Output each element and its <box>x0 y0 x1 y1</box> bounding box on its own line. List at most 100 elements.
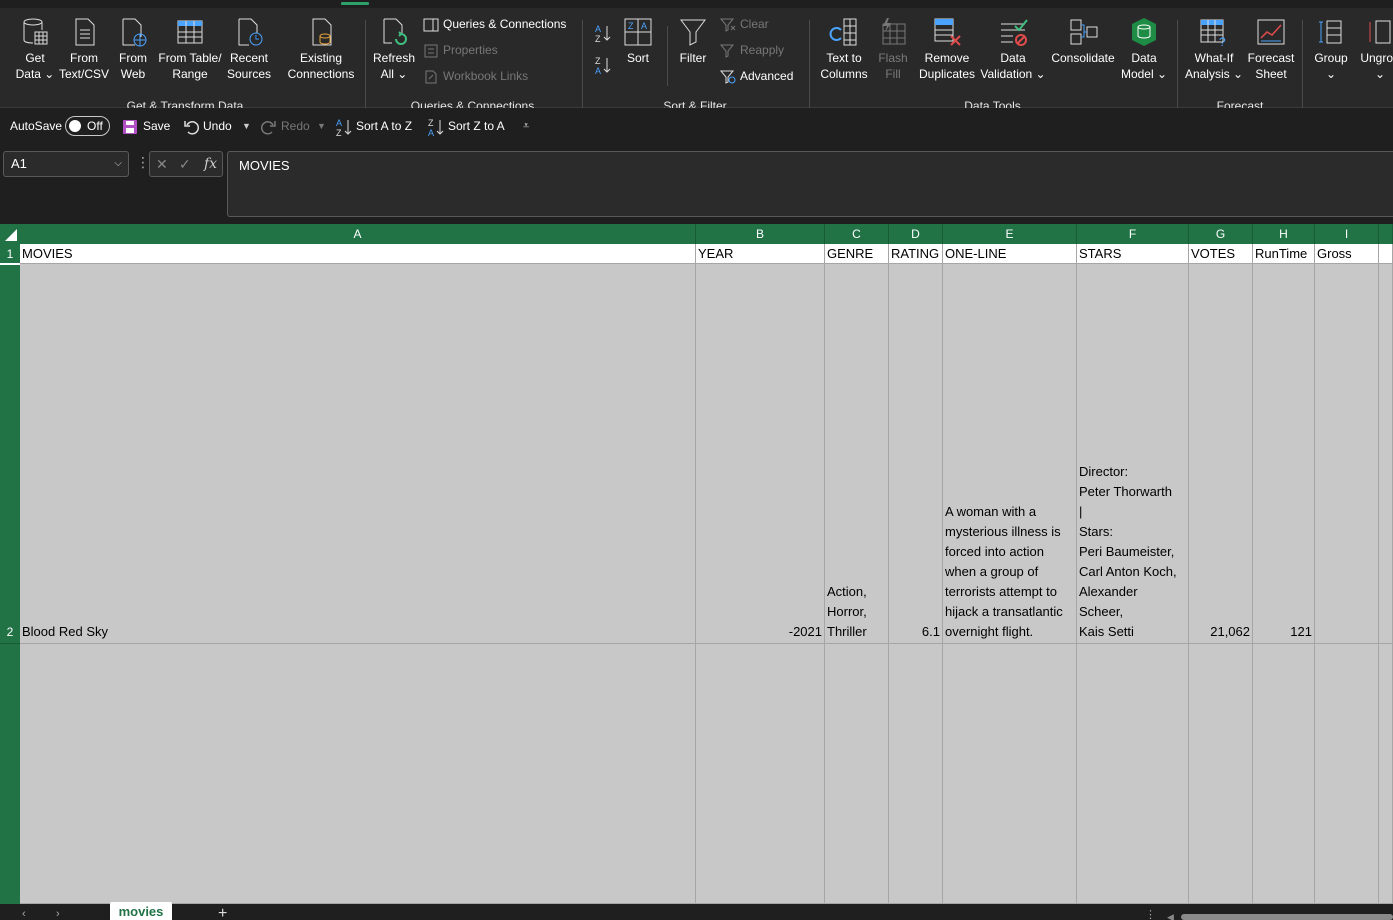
redo-dropdown-icon[interactable]: ▼ <box>317 108 326 144</box>
cell-i1[interactable]: Gross <box>1315 244 1379 264</box>
advanced-filter-button[interactable]: Advanced <box>719 66 793 86</box>
cell-i3[interactable] <box>1315 644 1379 904</box>
workbook-links-button[interactable]: Workbook Links <box>423 66 528 86</box>
insert-function-icon[interactable]: fx <box>204 152 217 176</box>
column-header-f[interactable]: F <box>1077 224 1189 244</box>
column-header-e[interactable]: E <box>943 224 1077 244</box>
group-button[interactable]: Group ⌄ <box>1308 16 1354 82</box>
sort-az-qat-button[interactable]: A Z Sort A to Z <box>335 108 412 144</box>
cell-h1[interactable]: RunTime <box>1253 244 1315 264</box>
cell-g3[interactable] <box>1189 644 1253 904</box>
cell-c2[interactable]: Action, Horror, Thriller <box>825 264 889 644</box>
filter-button[interactable]: Filter <box>674 16 712 66</box>
cancel-icon[interactable]: ✕ <box>156 152 168 176</box>
cell-d2[interactable]: 6.1 <box>889 264 943 644</box>
sort-za-qat-button[interactable]: Z A Sort Z to A <box>427 108 505 144</box>
cell-g1[interactable]: VOTES <box>1189 244 1253 264</box>
column-header-c[interactable]: C <box>825 224 889 244</box>
enter-icon[interactable]: ✓ <box>179 152 191 176</box>
select-all-button[interactable] <box>0 224 20 244</box>
cell-f3[interactable] <box>1077 644 1189 904</box>
cell-c3[interactable] <box>825 644 889 904</box>
column-header-h[interactable]: H <box>1253 224 1315 244</box>
name-box[interactable]: A1 ⌵ <box>3 151 129 177</box>
column-header-d[interactable]: D <box>889 224 943 244</box>
text-to-columns-button[interactable]: Text to Columns <box>816 16 872 82</box>
from-web-button[interactable]: From Web <box>110 16 156 82</box>
prev-sheet-icon[interactable]: ‹ <box>22 908 26 920</box>
formula-input[interactable]: MOVIES <box>227 151 1393 217</box>
cell-j3[interactable] <box>1379 644 1393 904</box>
cell-a3[interactable] <box>20 644 696 904</box>
forecast-sheet-button[interactable]: Forecast Sheet <box>1245 16 1297 82</box>
autosave-toggle[interactable]: Off <box>65 116 110 136</box>
row-header-3[interactable] <box>0 644 20 904</box>
cell-h2[interactable]: 121 <box>1253 264 1315 644</box>
cell-b1[interactable]: YEAR <box>696 244 825 264</box>
cell-j1[interactable] <box>1379 244 1393 264</box>
get-data-button[interactable]: Get Data ⌄ <box>10 16 60 82</box>
more-options-icon[interactable]: ⋮ <box>136 154 150 171</box>
cell-g2[interactable]: 21,062 <box>1189 264 1253 644</box>
tab-bar-options-icon[interactable]: ⋮ <box>1145 908 1156 920</box>
undo-button[interactable]: Undo <box>183 108 232 144</box>
save-button[interactable]: Save <box>122 108 170 144</box>
from-text-csv-button[interactable]: From Text/CSV <box>58 16 110 82</box>
cell-h3[interactable] <box>1253 644 1315 904</box>
formula-controls: ✕ ✓ fx <box>149 151 223 177</box>
cell-a2[interactable]: Blood Red Sky <box>20 264 696 644</box>
column-header-g[interactable]: G <box>1189 224 1253 244</box>
column-header-i[interactable]: I <box>1315 224 1379 244</box>
cell-j2[interactable] <box>1379 264 1393 644</box>
column-header-a[interactable]: A <box>20 224 696 244</box>
what-if-analysis-button[interactable]: ? What-If Analysis ⌄ <box>1183 16 1245 82</box>
scroll-left-icon[interactable]: ◀ <box>1167 912 1174 920</box>
recent-sources-button[interactable]: Recent Sources <box>224 16 274 82</box>
svg-text:Z: Z <box>595 34 601 43</box>
next-sheet-icon[interactable]: › <box>56 908 60 920</box>
data-validation-button[interactable]: Data Validation ⌄ <box>978 16 1048 82</box>
cell-e2[interactable]: A woman with a mysterious illness is for… <box>943 264 1077 644</box>
cell-a1[interactable]: MOVIES <box>20 244 696 264</box>
sort-a-to-z-button[interactable]: AZ <box>594 22 616 44</box>
cell-f2[interactable]: Director: Peter Thorwarth | Stars: Peri … <box>1077 264 1189 644</box>
svg-text:Z: Z <box>595 56 601 66</box>
cell-e1[interactable]: ONE-LINE <box>943 244 1077 264</box>
properties-button[interactable]: Properties <box>423 40 498 60</box>
column-header-j[interactable] <box>1379 224 1393 244</box>
cell-b2[interactable]: -2021 <box>696 264 825 644</box>
redo-button[interactable]: Redo <box>260 108 310 144</box>
sort-button[interactable]: ZA Sort <box>620 16 656 66</box>
svg-text:A: A <box>336 118 342 128</box>
cell-e3[interactable] <box>943 644 1077 904</box>
row-header-2[interactable]: 2 <box>0 264 20 644</box>
remove-duplicates-button[interactable]: Remove Duplicates <box>914 16 980 82</box>
ungroup-button[interactable]: Ungrou ⌄ <box>1356 16 1393 82</box>
cell-f1[interactable]: STARS <box>1077 244 1189 264</box>
flash-fill-button[interactable]: Flash Fill <box>872 16 914 82</box>
cell-d3[interactable] <box>889 644 943 904</box>
undo-dropdown-icon[interactable]: ▼ <box>242 108 251 144</box>
refresh-all-button[interactable]: Refresh All ⌄ <box>370 16 418 82</box>
cell-c1[interactable]: GENRE <box>825 244 889 264</box>
table-icon <box>177 20 203 44</box>
cell-i2[interactable] <box>1315 264 1379 644</box>
customize-qat-icon[interactable]: ⩡ <box>523 108 529 144</box>
sort-z-to-a-button[interactable]: ZA <box>594 54 616 76</box>
cell-d1[interactable]: RATING <box>889 244 943 264</box>
column-header-b[interactable]: B <box>696 224 825 244</box>
reapply-filter-button[interactable]: Reapply <box>719 40 784 60</box>
row-header-1[interactable]: 1 <box>0 244 20 264</box>
clear-filter-button[interactable]: Clear <box>719 14 769 34</box>
existing-connections-button[interactable]: Existing Connections <box>282 16 360 82</box>
sheet-tab-movies[interactable]: movies <box>110 902 172 920</box>
ribbon-divider <box>365 20 366 108</box>
horizontal-scrollbar[interactable] <box>1181 914 1393 920</box>
queries-connections-button[interactable]: Queries & Connections <box>423 14 566 34</box>
data-model-button[interactable]: Data Model ⌄ <box>1118 16 1170 82</box>
consolidate-button[interactable]: Consolidate <box>1048 16 1118 66</box>
chevron-down-icon[interactable]: ⌵ <box>114 152 122 176</box>
cell-b3[interactable] <box>696 644 825 904</box>
from-table-range-button[interactable]: From Table/ Range <box>155 16 225 82</box>
add-sheet-button[interactable]: + <box>218 906 227 920</box>
